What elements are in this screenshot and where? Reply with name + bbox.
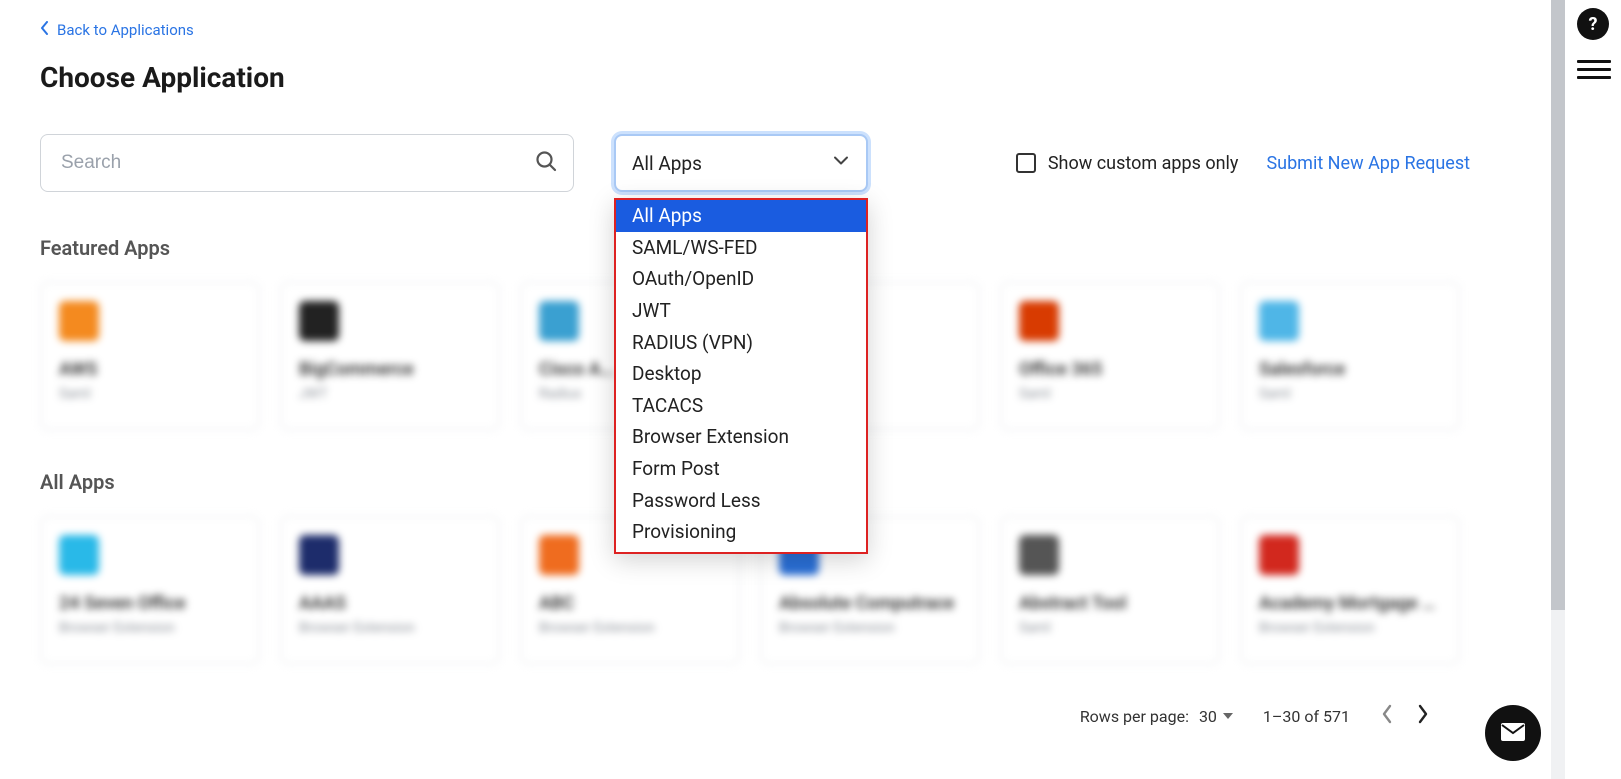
app-card[interactable]: AAAS Browser Extension bbox=[280, 516, 500, 664]
filter-option[interactable]: Form Post bbox=[616, 453, 866, 485]
app-name: ABC bbox=[539, 593, 721, 614]
app-type-filter[interactable]: All Apps bbox=[614, 134, 868, 192]
rows-per-page-value: 30 bbox=[1199, 707, 1217, 726]
mail-icon bbox=[1500, 722, 1526, 744]
back-to-applications-link[interactable]: Back to Applications bbox=[40, 21, 194, 39]
checkbox-icon bbox=[1016, 153, 1036, 173]
app-icon bbox=[299, 301, 339, 341]
app-card[interactable]: Salesforce Saml bbox=[1240, 282, 1460, 430]
filter-option[interactable]: Desktop bbox=[616, 358, 866, 390]
app-card[interactable]: 24 Seven Office Browser Extension bbox=[40, 516, 260, 664]
app-name: Academy Mortgage C… bbox=[1259, 593, 1441, 614]
triangle-down-icon bbox=[1223, 713, 1233, 719]
app-icon bbox=[59, 535, 99, 575]
app-type: Browser Extension bbox=[539, 620, 721, 636]
filter-option[interactable]: SAML/WS-FED bbox=[616, 232, 866, 264]
chevron-left-icon bbox=[40, 21, 49, 39]
app-name: BigCommerce bbox=[299, 359, 481, 380]
app-card[interactable]: Office 365 Saml bbox=[1000, 282, 1220, 430]
filter-option[interactable]: RADIUS (VPN) bbox=[616, 327, 866, 359]
app-card[interactable]: Abstract Tool Saml bbox=[1000, 516, 1220, 664]
filter-selected-value: All Apps bbox=[632, 152, 702, 175]
app-name: 24 Seven Office bbox=[59, 593, 241, 614]
menu-button[interactable] bbox=[1577, 60, 1611, 79]
filter-option[interactable]: Browser Extension bbox=[616, 421, 866, 453]
app-name: Absolute Computrace bbox=[779, 593, 961, 614]
app-icon bbox=[1019, 301, 1059, 341]
previous-page-button[interactable] bbox=[1380, 704, 1394, 728]
app-name: AAAS bbox=[299, 593, 481, 614]
filter-option[interactable]: Provisioning bbox=[616, 516, 866, 548]
show-custom-label: Show custom apps only bbox=[1048, 153, 1239, 174]
app-icon bbox=[539, 301, 579, 341]
chevron-down-icon bbox=[832, 152, 850, 175]
app-name: AWS bbox=[59, 359, 241, 380]
app-type-dropdown[interactable]: All AppsSAML/WS-FEDOAuth/OpenIDJWTRADIUS… bbox=[614, 198, 868, 554]
app-icon bbox=[1259, 301, 1299, 341]
app-card[interactable]: AWS Saml bbox=[40, 282, 260, 430]
scrollbar-thumb[interactable] bbox=[1551, 0, 1565, 610]
pagination-range: 1–30 of 571 bbox=[1263, 707, 1350, 726]
app-type: Browser Extension bbox=[1259, 620, 1441, 636]
app-type: Browser Extension bbox=[59, 620, 241, 636]
app-icon bbox=[299, 535, 339, 575]
page-title: Choose Application bbox=[40, 61, 1470, 94]
rows-per-page-label: Rows per page: bbox=[1080, 707, 1189, 726]
app-icon bbox=[1259, 535, 1299, 575]
app-type: Saml bbox=[59, 386, 241, 402]
app-type: Browser Extension bbox=[779, 620, 961, 636]
app-name: Office 365 bbox=[1019, 359, 1201, 380]
app-icon bbox=[59, 301, 99, 341]
chat-button[interactable] bbox=[1485, 705, 1541, 761]
filter-option[interactable]: OAuth/OpenID bbox=[616, 263, 866, 295]
app-type: Saml bbox=[1019, 620, 1201, 636]
next-page-button[interactable] bbox=[1416, 704, 1430, 728]
show-custom-apps-checkbox[interactable]: Show custom apps only bbox=[1016, 153, 1239, 174]
app-name: Salesforce bbox=[1259, 359, 1441, 380]
filter-option[interactable]: JWT bbox=[616, 295, 866, 327]
search-icon bbox=[534, 149, 558, 177]
back-link-label: Back to Applications bbox=[57, 21, 194, 39]
app-type: Browser Extension bbox=[299, 620, 481, 636]
app-type: JWT bbox=[299, 386, 481, 402]
search-input[interactable] bbox=[40, 134, 574, 192]
app-card[interactable]: Academy Mortgage C… Browser Extension bbox=[1240, 516, 1460, 664]
app-icon bbox=[1019, 535, 1059, 575]
app-icon bbox=[539, 535, 579, 575]
filter-option[interactable]: All Apps bbox=[616, 200, 866, 232]
search-field[interactable] bbox=[40, 134, 574, 192]
filter-option[interactable]: TACACS bbox=[616, 390, 866, 422]
app-name: Abstract Tool bbox=[1019, 593, 1201, 614]
app-type: Saml bbox=[1259, 386, 1441, 402]
app-type: Saml bbox=[1019, 386, 1201, 402]
submit-new-app-link[interactable]: Submit New App Request bbox=[1266, 153, 1470, 174]
rows-per-page-select[interactable]: 30 bbox=[1199, 707, 1233, 726]
app-card[interactable]: BigCommerce JWT bbox=[280, 282, 500, 430]
help-button[interactable]: ? bbox=[1577, 8, 1609, 40]
filter-option[interactable]: Password Less bbox=[616, 485, 866, 517]
